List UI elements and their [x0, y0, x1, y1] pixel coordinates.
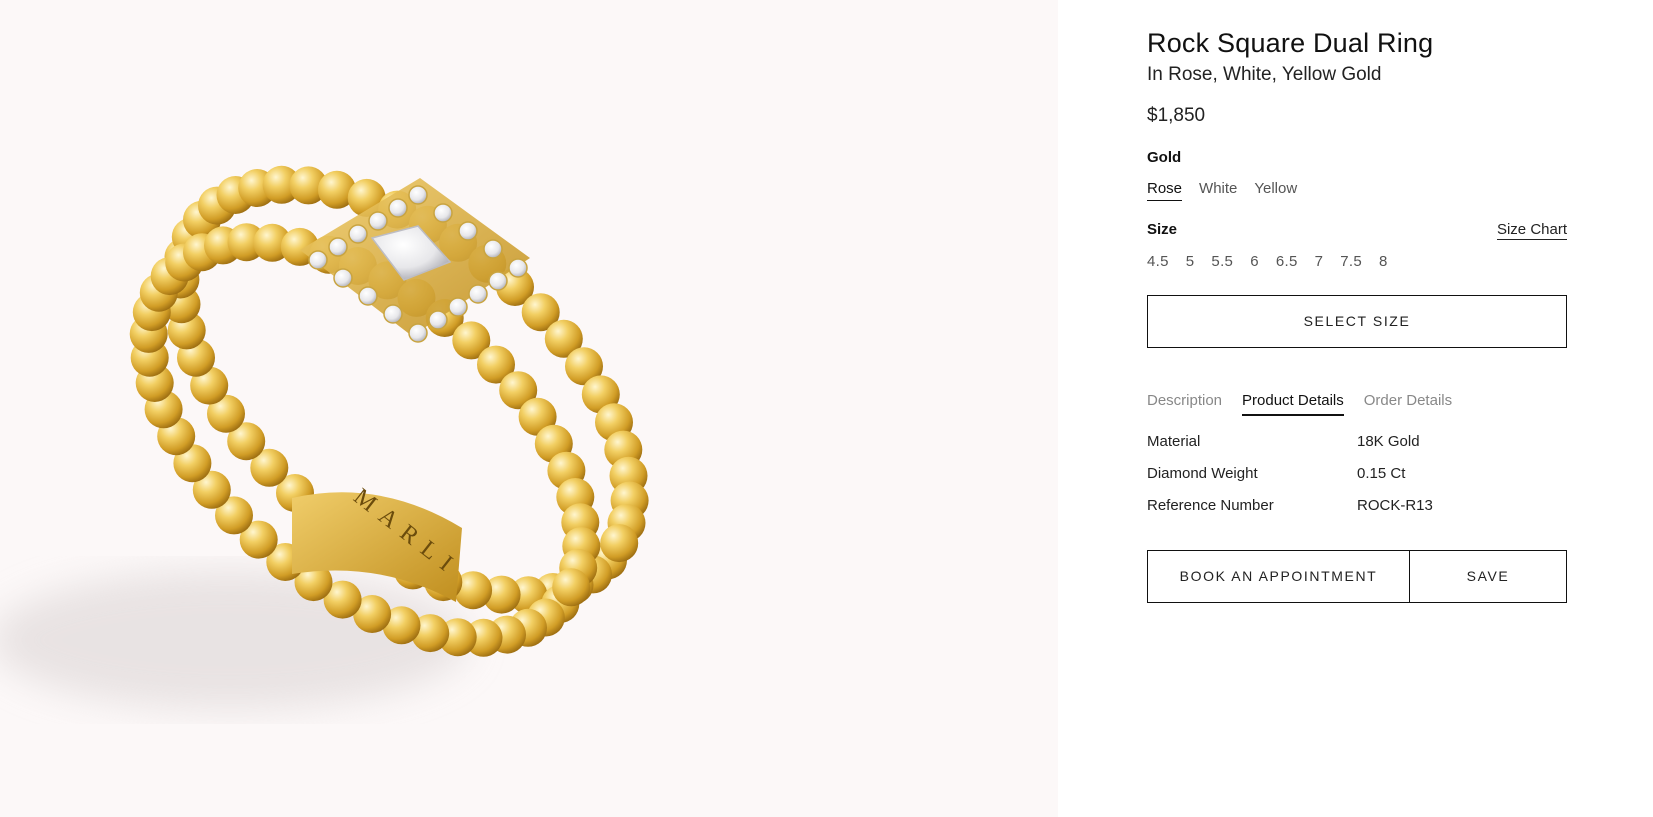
product-details-panel: Rock Square Dual Ring In Rose, White, Ye… [1147, 26, 1567, 603]
product-details-table: Material 18K Gold Diamond Weight 0.15 Ct… [1147, 433, 1567, 529]
pave-diamond [383, 304, 403, 324]
pave-diamond [408, 185, 428, 205]
size-label: Size [1147, 221, 1178, 238]
gold-option-yellow[interactable]: Yellow [1254, 180, 1297, 201]
tab-product-details[interactable]: Product Details [1242, 392, 1344, 416]
ring-illustration: MARLI [0, 165, 649, 710]
pave-diamond [448, 297, 468, 317]
pave-diamond [348, 224, 368, 244]
detail-tabs: Description Product Details Order Detail… [1147, 392, 1567, 416]
save-button[interactable]: SAVE [1410, 550, 1567, 603]
pave-diamond [358, 286, 378, 306]
gold-label: Gold [1147, 149, 1182, 166]
pave-diamond [308, 250, 328, 270]
size-option-6-5[interactable]: 6.5 [1276, 253, 1298, 271]
detail-row-material: Material 18K Gold [1147, 433, 1567, 465]
pave-diamond [328, 237, 348, 257]
pave-diamond [433, 203, 453, 223]
size-option-5[interactable]: 5 [1186, 253, 1195, 271]
tab-description[interactable]: Description [1147, 392, 1222, 416]
gold-bead [600, 524, 639, 563]
gold-option-white[interactable]: White [1199, 180, 1237, 201]
size-option-7[interactable]: 7 [1315, 253, 1324, 271]
tab-order-details[interactable]: Order Details [1364, 392, 1452, 416]
pave-diamond [483, 239, 503, 259]
size-option-8[interactable]: 8 [1379, 253, 1388, 271]
book-appointment-button[interactable]: BOOK AN APPOINTMENT [1147, 550, 1410, 603]
select-size-button[interactable]: SELECT SIZE [1147, 295, 1567, 348]
pave-diamond [333, 268, 353, 288]
product-image: MARLI [0, 0, 1058, 817]
pave-diamond [408, 323, 428, 343]
detail-key: Material [1147, 433, 1201, 450]
product-price: $1,850 [1147, 105, 1206, 126]
pave-diamond [488, 271, 508, 291]
size-chart-link[interactable]: Size Chart [1496, 221, 1567, 240]
detail-row-diamond-weight: Diamond Weight 0.15 Ct [1147, 465, 1567, 497]
detail-key: Reference Number [1147, 497, 1274, 514]
size-options: 4.5 5 5.5 6 6.5 7 7.5 8 [1147, 253, 1567, 271]
pave-diamond [508, 258, 528, 278]
pave-diamond [388, 198, 408, 218]
size-option-7-5[interactable]: 7.5 [1340, 253, 1362, 271]
size-option-6[interactable]: 6 [1250, 253, 1259, 271]
detail-key: Diamond Weight [1147, 465, 1258, 482]
detail-value: 18K Gold [1357, 433, 1420, 450]
detail-row-reference-number: Reference Number ROCK-R13 [1147, 497, 1567, 529]
gold-options: Rose White Yellow [1147, 180, 1567, 201]
product-title: Rock Square Dual Ring [1147, 28, 1434, 58]
pave-diamond [368, 211, 388, 231]
pave-diamond [458, 221, 478, 241]
gold-bead [552, 568, 591, 607]
gold-option-rose[interactable]: Rose [1147, 180, 1183, 201]
size-option-4-5[interactable]: 4.5 [1147, 253, 1169, 271]
action-buttons: BOOK AN APPOINTMENT SAVE [1147, 550, 1567, 603]
product-subtitle: In Rose, White, Yellow Gold [1147, 64, 1382, 85]
size-option-5-5[interactable]: 5.5 [1211, 253, 1233, 271]
detail-value: ROCK-R13 [1357, 497, 1433, 514]
pave-diamond [468, 284, 488, 304]
pave-diamond [428, 310, 448, 330]
detail-value: 0.15 Ct [1357, 465, 1406, 482]
size-header: Size Size Chart [1147, 221, 1567, 240]
